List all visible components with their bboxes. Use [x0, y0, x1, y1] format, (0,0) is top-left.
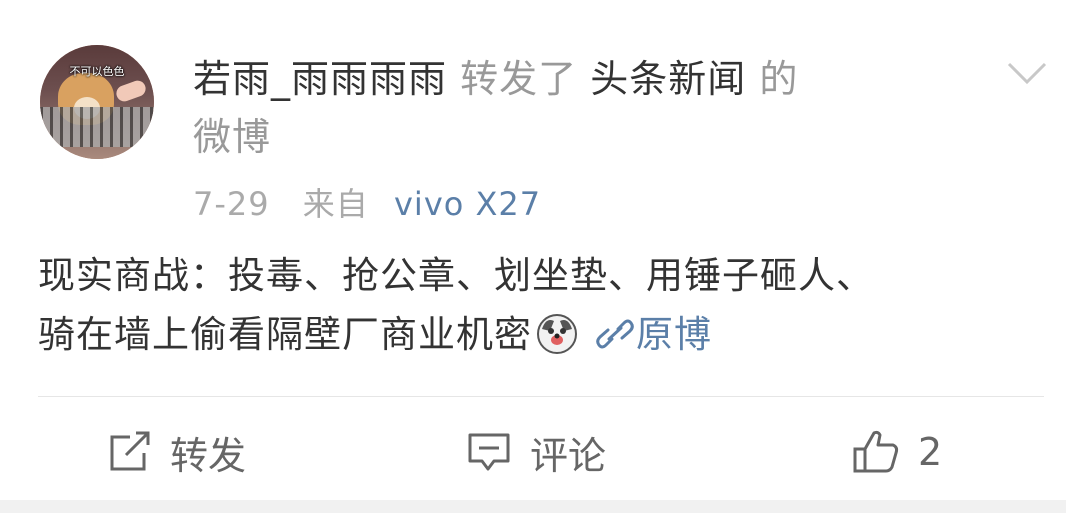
repost-label: 转发 [170, 433, 247, 478]
thumbs-up-icon [853, 430, 899, 473]
chevron-down-icon[interactable] [1006, 58, 1048, 88]
post-meta: 7-29 来自 vivo X27 [193, 182, 541, 226]
comment-label: 评论 [530, 433, 607, 478]
like-count: 2 [918, 430, 943, 474]
content-line-1: 现实商战：投毒、抢公章、划坐垫、用锤子砸人、 [38, 254, 874, 297]
weibo-label: 微博 [193, 115, 272, 159]
divider [38, 396, 1044, 397]
post-date: 7-29 [193, 185, 270, 223]
avatar[interactable]: 不可以色色 [40, 45, 154, 159]
comment-icon [468, 433, 510, 471]
source-name[interactable]: 头条新闻 [590, 57, 746, 101]
share-icon [110, 431, 150, 471]
from-label: 来自 [302, 185, 369, 223]
like-button[interactable]: 2 [852, 420, 942, 484]
avatar-cage [40, 107, 154, 147]
origin-link[interactable]: 原博 [596, 313, 712, 356]
doge-emoji-icon [537, 314, 577, 354]
link-icon [596, 319, 634, 349]
of-label: 的 [759, 57, 799, 101]
device-name[interactable]: vivo X27 [394, 185, 541, 223]
user-name[interactable]: 若雨_雨雨雨雨 [193, 57, 447, 101]
footer-strip [0, 500, 1066, 513]
comment-button[interactable]: 评论 [466, 420, 606, 484]
avatar-caption: 不可以色色 [69, 65, 125, 78]
origin-link-label: 原博 [636, 313, 712, 356]
forwarded-label: 转发了 [460, 57, 578, 101]
post-content: 现实商战：投毒、抢公章、划坐垫、用锤子砸人、 骑在墙上偷看隔壁厂商业机密 原博 [38, 246, 1028, 364]
weibo-post-card: 不可以色色 若雨_雨雨雨雨 转发了 头条新闻 的 微博 7-29 来自 vivo… [0, 0, 1066, 513]
post-header: 若雨_雨雨雨雨 转发了 头条新闻 的 微博 [193, 50, 953, 166]
content-line-2: 骑在墙上偷看隔壁厂商业机密 [38, 313, 532, 356]
repost-button[interactable]: 转发 [106, 420, 246, 484]
action-bar: 转发 评论 2 [0, 420, 1066, 484]
